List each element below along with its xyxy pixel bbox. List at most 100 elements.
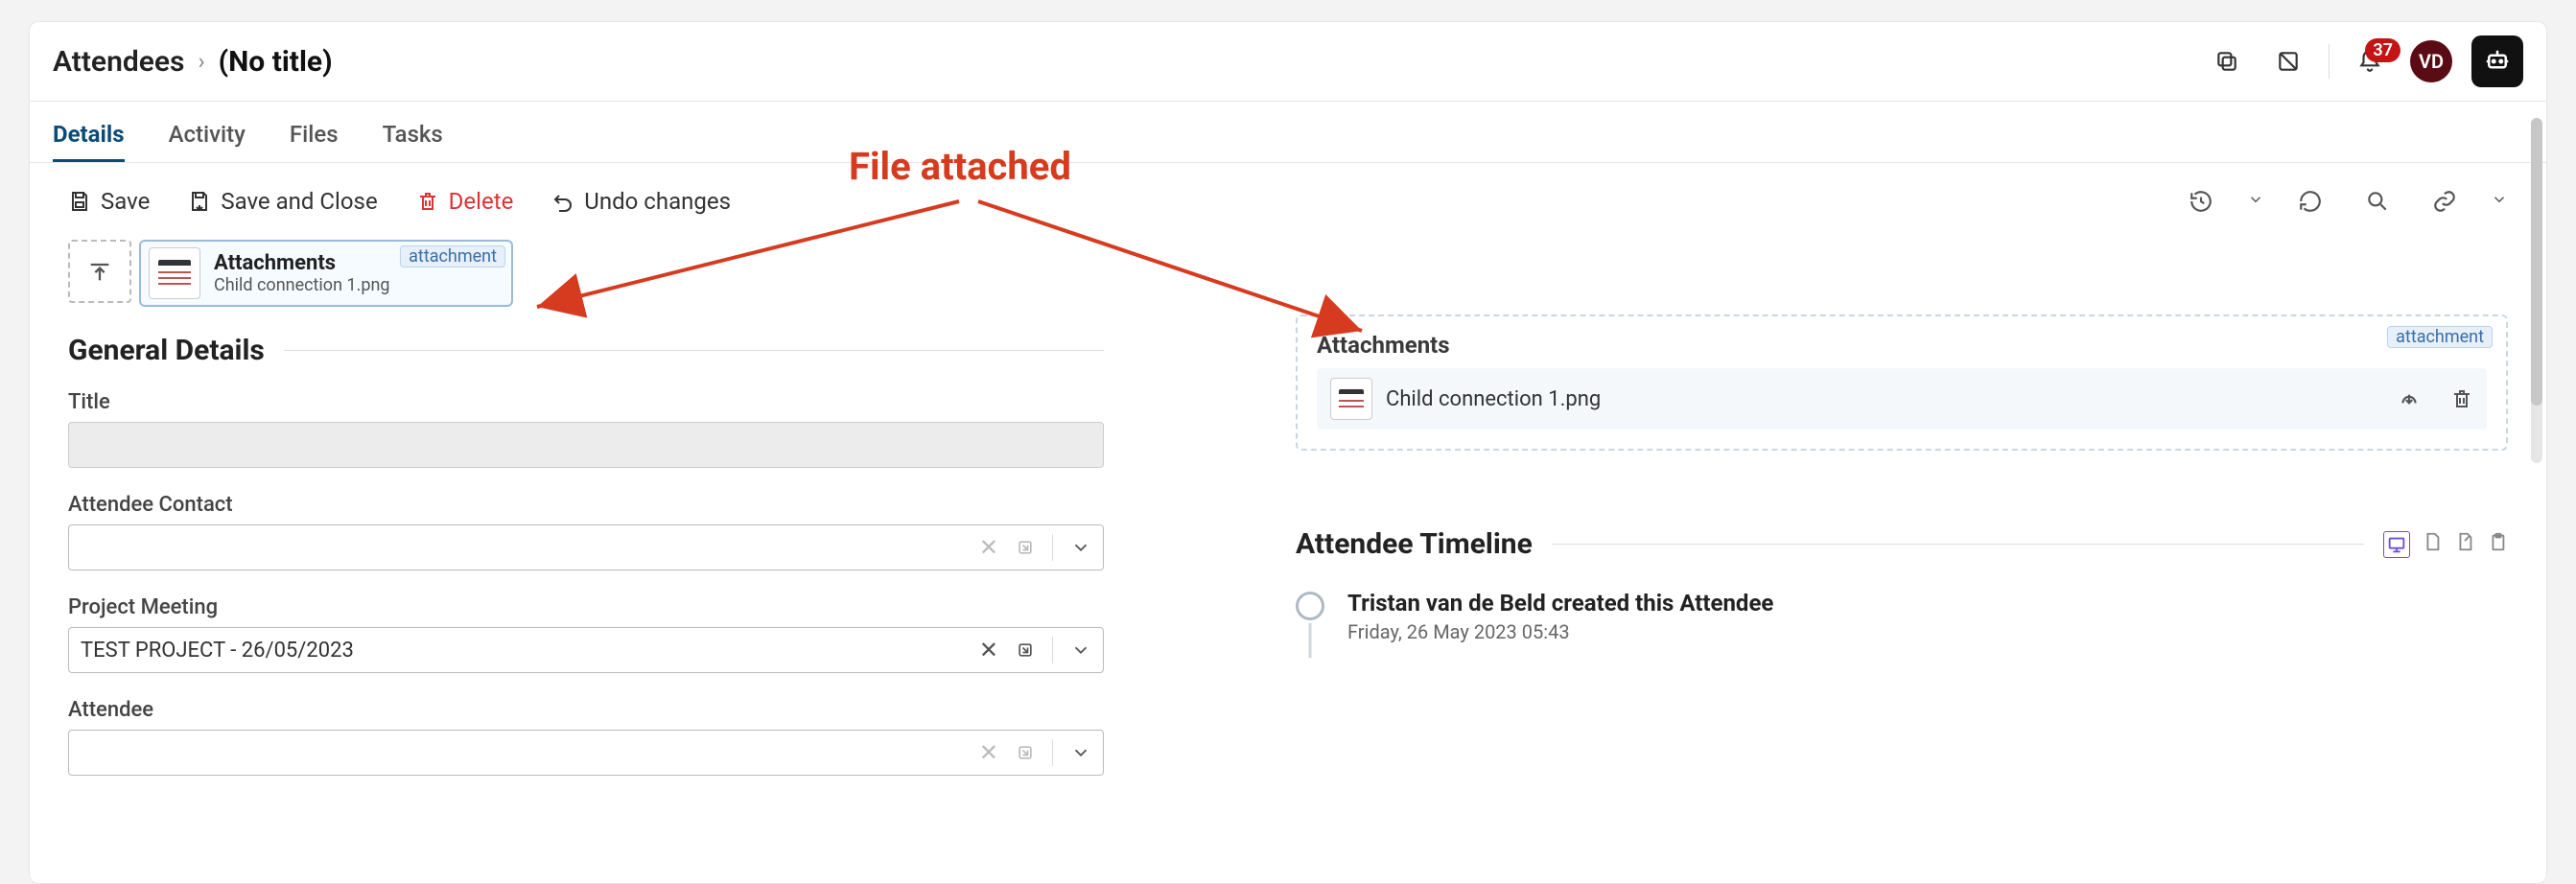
title-input[interactable] bbox=[68, 422, 1104, 468]
timeline-edit-icon[interactable] bbox=[2454, 531, 2475, 558]
toolbar-left: Save Save and Close Delete Undo changes bbox=[68, 188, 731, 215]
select-icons: ✕ bbox=[979, 637, 1091, 663]
attachment-tag: attachment bbox=[400, 245, 505, 268]
file-thumb-icon bbox=[1330, 378, 1372, 420]
select-icons: ✕ bbox=[979, 739, 1091, 766]
save-close-label: Save and Close bbox=[221, 188, 377, 215]
open-link-icon[interactable] bbox=[1016, 640, 1035, 660]
field-contact: Attendee Contact ✕ bbox=[68, 493, 1104, 570]
history-button[interactable] bbox=[2180, 180, 2222, 222]
field-title: Title bbox=[68, 390, 1104, 468]
save-close-button[interactable]: Save and Close bbox=[188, 188, 377, 215]
file-name[interactable]: Child connection 1.png bbox=[1386, 387, 2383, 411]
attachment-pill[interactable]: Attachments Child connection 1.png attac… bbox=[139, 240, 513, 307]
select-icons: ✕ bbox=[979, 534, 1091, 561]
field-label: Title bbox=[68, 390, 1104, 414]
divider bbox=[1052, 534, 1053, 561]
save-label: Save bbox=[101, 188, 150, 215]
record-toolbar: Save Save and Close Delete Undo changes bbox=[30, 163, 2546, 240]
upload-button[interactable] bbox=[68, 240, 131, 303]
section-title: General Details bbox=[68, 334, 265, 367]
field-label: Attendee Contact bbox=[68, 493, 1104, 517]
assistant-button[interactable] bbox=[2471, 35, 2523, 87]
section-timeline: Attendee Timeline bbox=[1296, 527, 2508, 561]
attachments-panel-title: Attachments bbox=[1317, 332, 2487, 359]
notifications-badge: 37 bbox=[2365, 38, 2400, 62]
divider bbox=[2329, 44, 2330, 79]
tabs: Details Activity Files Tasks bbox=[30, 102, 2546, 163]
topbar-actions: 37 VD bbox=[2206, 35, 2523, 87]
attachment-text: Attachments Child connection 1.png bbox=[214, 251, 390, 295]
attachment-file-row: Child connection 1.png bbox=[1317, 368, 2487, 430]
chevron-down-icon[interactable] bbox=[1070, 640, 1091, 661]
attachment-title: Attachments bbox=[214, 251, 390, 275]
undo-label: Undo changes bbox=[584, 188, 731, 215]
clear-icon: ✕ bbox=[979, 534, 998, 561]
tab-activity[interactable]: Activity bbox=[169, 109, 246, 162]
col-left: Attachments Child connection 1.png attac… bbox=[68, 240, 1104, 845]
field-attendee: Attendee ✕ bbox=[68, 698, 1104, 776]
copy-icon[interactable] bbox=[2206, 40, 2248, 82]
attachment-thumb-icon bbox=[149, 247, 200, 299]
chevron-down-icon[interactable] bbox=[1070, 537, 1091, 558]
timeline-dot-icon bbox=[1296, 592, 1324, 620]
chevron-right-icon: › bbox=[198, 48, 204, 75]
link-button[interactable] bbox=[2424, 180, 2466, 222]
divider bbox=[284, 350, 1104, 351]
toolbar-right bbox=[2180, 180, 2508, 222]
open-link-icon bbox=[1016, 538, 1035, 557]
chevron-down-icon[interactable] bbox=[1070, 742, 1091, 763]
delete-button[interactable]: Delete bbox=[416, 188, 514, 215]
clear-icon[interactable]: ✕ bbox=[979, 637, 998, 663]
search-tool-button[interactable] bbox=[2356, 180, 2399, 222]
delete-file-icon[interactable] bbox=[2450, 387, 2473, 410]
timeline-presentation-icon[interactable] bbox=[2383, 531, 2410, 558]
timeline-icons bbox=[2383, 531, 2508, 558]
timeline-item-body: Tristan van de Beld created this Attende… bbox=[1347, 590, 1773, 643]
divider bbox=[1552, 544, 2364, 545]
timeline-item: Tristan van de Beld created this Attende… bbox=[1296, 590, 2508, 643]
chevron-down-icon[interactable] bbox=[2491, 191, 2508, 208]
breadcrumb-current: (No title) bbox=[219, 45, 333, 79]
notifications-button[interactable]: 37 bbox=[2349, 40, 2391, 82]
scrollbar[interactable] bbox=[2531, 118, 2542, 463]
refresh-button[interactable] bbox=[2289, 180, 2331, 222]
no-template-icon[interactable] bbox=[2267, 40, 2309, 82]
attachment-filename: Child connection 1.png bbox=[214, 275, 390, 295]
chevron-down-icon[interactable] bbox=[2247, 191, 2264, 208]
undo-button[interactable]: Undo changes bbox=[551, 188, 731, 215]
divider bbox=[1052, 637, 1053, 663]
open-link-icon bbox=[1016, 743, 1035, 762]
attachments-panel: Attachments attachment Child connection … bbox=[1296, 314, 2508, 451]
field-label: Attendee bbox=[68, 698, 1104, 722]
field-meeting: Project Meeting TEST PROJECT - 26/05/202… bbox=[68, 595, 1104, 673]
breadcrumb-root[interactable]: Attendees bbox=[53, 45, 184, 79]
save-button[interactable]: Save bbox=[68, 188, 150, 215]
delete-label: Delete bbox=[449, 188, 514, 215]
col-right: Attachments attachment Child connection … bbox=[1296, 240, 2508, 845]
topbar: Attendees › (No title) 37 VD bbox=[30, 22, 2546, 102]
meeting-select[interactable]: TEST PROJECT - 26/05/2023 ✕ bbox=[68, 627, 1104, 673]
timeline-title: Attendee Timeline bbox=[1296, 527, 1533, 561]
app-frame: Attendees › (No title) 37 VD Details Act… bbox=[29, 21, 2547, 884]
breadcrumb: Attendees › (No title) bbox=[53, 45, 333, 79]
timeline-item-title: Tristan van de Beld created this Attende… bbox=[1347, 590, 1773, 616]
section-general-details: General Details bbox=[68, 334, 1104, 367]
attendee-select[interactable]: ✕ bbox=[68, 730, 1104, 776]
tab-tasks[interactable]: Tasks bbox=[383, 109, 443, 162]
body: Attachments Child connection 1.png attac… bbox=[30, 240, 2546, 883]
timeline-item-date: Friday, 26 May 2023 05:43 bbox=[1347, 620, 1773, 643]
clear-icon: ✕ bbox=[979, 739, 998, 766]
contact-select[interactable]: ✕ bbox=[68, 524, 1104, 570]
attachments-panel-tag: attachment bbox=[2387, 326, 2493, 348]
field-label: Project Meeting bbox=[68, 595, 1104, 619]
divider bbox=[1052, 739, 1053, 766]
tab-details[interactable]: Details bbox=[53, 109, 125, 162]
tab-files[interactable]: Files bbox=[290, 109, 339, 162]
avatar[interactable]: VD bbox=[2410, 40, 2452, 82]
download-icon[interactable] bbox=[2397, 386, 2422, 411]
timeline-doc-icon[interactable] bbox=[2422, 531, 2443, 558]
attachment-row: Attachments Child connection 1.png attac… bbox=[68, 240, 1104, 307]
select-value: TEST PROJECT - 26/05/2023 bbox=[81, 639, 979, 663]
timeline-clipboard-icon[interactable] bbox=[2487, 531, 2508, 558]
